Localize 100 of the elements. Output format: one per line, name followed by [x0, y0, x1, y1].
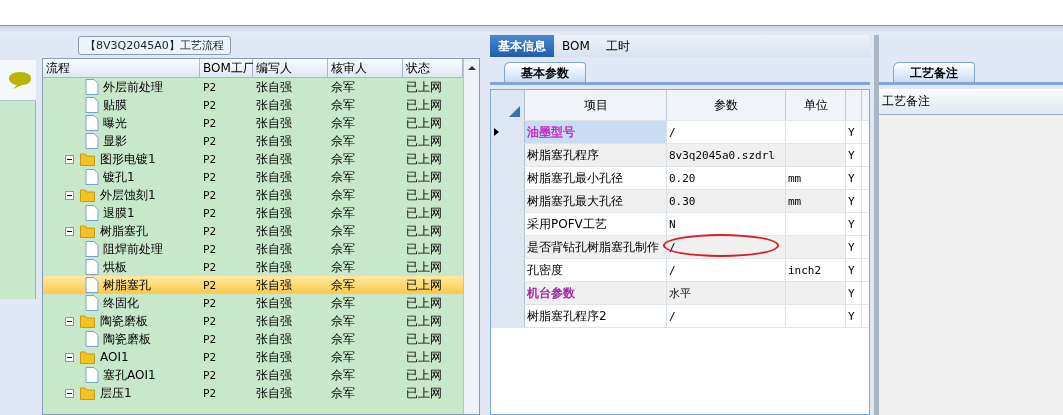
sub-tab[interactable]: 基本参数	[504, 62, 586, 82]
step-name: AOI1	[100, 350, 129, 364]
table-cell-text: 佘军	[330, 114, 356, 132]
step-name: 烘板	[103, 258, 127, 276]
table-cell-text: 佘军	[330, 294, 356, 312]
step-name: 阻焊前处理	[103, 240, 163, 258]
collapse-icon[interactable]	[65, 190, 74, 200]
column-header[interactable]: 项目	[525, 90, 667, 120]
table-cell-text: 张自强	[255, 348, 293, 366]
tree-row[interactable]: 镀孔1 P2 张自强 佘军 已上网	[43, 168, 463, 186]
table-cell: 树脂塞孔程序	[527, 146, 599, 164]
group-title: 【8V3Q2045A0】工艺流程	[78, 36, 231, 55]
table-cell: 0.20	[667, 167, 786, 189]
corner-cell[interactable]	[491, 90, 525, 120]
document-icon	[85, 205, 99, 221]
table-cell: Y	[846, 167, 862, 189]
table-cell-text: 张自强	[255, 240, 293, 258]
table-cell-text: 佘军	[330, 96, 356, 114]
table-cell-text: 佘军	[330, 204, 356, 222]
tree-row[interactable]: 终固化 P2 张自强 佘军 已上网	[43, 294, 463, 312]
splitter-bar[interactable]	[0, 25, 1063, 34]
tree-row[interactable]: 烘板 P2 张自强 佘军 已上网	[43, 258, 463, 276]
tree-row[interactable]: 塞孔AOI1 P2 张自强 佘军 已上网	[43, 366, 463, 384]
tree-row[interactable]: 树脂塞孔 P2 张自强 佘军 已上网	[43, 276, 463, 294]
document-icon	[85, 169, 99, 185]
step-name: 树脂塞孔	[100, 222, 148, 240]
table-cell: 采用POFV工艺	[527, 215, 607, 233]
tree-row[interactable]: 图形电镀1 P2 张自强 佘军 已上网	[43, 150, 463, 168]
tab[interactable]: BOM	[554, 35, 598, 57]
table-cell: 0.30	[667, 190, 786, 212]
column-header[interactable]: 流程	[43, 59, 200, 77]
row-indicator[interactable]	[491, 121, 525, 143]
column-header[interactable]: 核审人	[328, 59, 403, 77]
tree-row[interactable]: 外层蚀刻1 P2 张自强 佘军 已上网	[43, 186, 463, 204]
table-cell-text: 佘军	[330, 348, 356, 366]
document-icon	[85, 133, 99, 149]
document-icon	[85, 331, 99, 347]
tree-row[interactable]: 退膜1 P2 张自强 佘军 已上网	[43, 204, 463, 222]
table-cell-text: 张自强	[255, 114, 293, 132]
folder-icon	[80, 314, 96, 328]
table-cell: /	[667, 305, 786, 327]
tree-row[interactable]: 阻焊前处理 P2 张自强 佘军 已上网	[43, 240, 463, 258]
collapse-icon[interactable]	[65, 352, 74, 362]
document-icon	[85, 115, 99, 131]
table-cell-text: 已上网	[405, 330, 443, 348]
table-cell-text: P2	[202, 386, 218, 400]
table-cell: 是否背钻孔树脂塞孔制作	[527, 238, 659, 256]
table-cell-text: 已上网	[405, 168, 443, 186]
tree-row[interactable]: 层压1 P2 张自强 佘军 已上网	[43, 384, 463, 402]
tab[interactable]: 基本信息	[490, 35, 554, 57]
table-cell-text: P2	[202, 152, 218, 166]
scroll-up-icon[interactable]	[467, 65, 476, 71]
table-cell: 孔密度	[527, 261, 563, 279]
document-icon	[85, 277, 99, 293]
table-cell-text: 已上网	[405, 366, 443, 384]
step-name: 层压1	[100, 384, 132, 402]
tab[interactable]: 工时	[597, 35, 638, 57]
document-icon	[85, 367, 99, 383]
table-cell: 树脂塞孔最小孔径	[527, 169, 623, 187]
tree-row[interactable]: 外层前处理 P2 张自强 佘军 已上网	[43, 78, 463, 96]
tree-row[interactable]: 贴膜 P2 张自强 佘军 已上网	[43, 96, 463, 114]
table-cell-text: 张自强	[255, 294, 293, 312]
table-cell-text: 张自强	[255, 186, 293, 204]
collapse-icon[interactable]	[65, 316, 74, 326]
table-cell-text: 张自强	[255, 312, 293, 330]
column-header[interactable]: 状态	[403, 59, 463, 77]
column-header[interactable]: 单位	[786, 90, 846, 120]
table-cell: 油墨型号	[527, 123, 575, 141]
table-cell-text: P2	[202, 368, 218, 382]
table-cell-text: 佘军	[330, 258, 356, 276]
column-header[interactable]: 参数	[667, 90, 786, 120]
table-cell-text: 已上网	[405, 186, 443, 204]
tree-row[interactable]: 曝光 P2 张自强 佘军 已上网	[43, 114, 463, 132]
table-cell: Y	[846, 190, 862, 212]
table-cell: Y	[846, 213, 862, 235]
table-cell-text: 佘军	[330, 240, 356, 258]
column-header[interactable]: 编写人	[253, 59, 328, 77]
collapse-icon[interactable]	[65, 154, 74, 164]
table-cell-text: 佘军	[330, 78, 356, 96]
document-icon	[85, 97, 99, 113]
speech-bubble-icon	[8, 70, 32, 90]
table-cell-text: 佘军	[330, 366, 356, 384]
tree-row[interactable]: 陶瓷磨板 P2 张自强 佘军 已上网	[43, 330, 463, 348]
step-name: 树脂塞孔	[103, 276, 151, 294]
table-cell-text: 已上网	[405, 114, 443, 132]
sub-tab[interactable]: 工艺备注	[893, 62, 975, 82]
tree-row[interactable]: 显影 P2 张自强 佘军 已上网	[43, 132, 463, 150]
table-cell-text: P2	[202, 278, 218, 292]
table-cell-text: 佘军	[330, 312, 356, 330]
tree-row[interactable]: AOI1 P2 张自强 佘军 已上网	[43, 348, 463, 366]
collapse-icon[interactable]	[65, 388, 74, 398]
table-cell-text: 已上网	[405, 222, 443, 240]
table-cell-text: 已上网	[405, 96, 443, 114]
table-cell: Y	[846, 305, 862, 327]
tree-row[interactable]: 陶瓷磨板 P2 张自强 佘军 已上网	[43, 312, 463, 330]
tree-row[interactable]: 树脂塞孔 P2 张自强 佘军 已上网	[43, 222, 463, 240]
table-cell: 树脂塞孔程序2	[527, 307, 607, 325]
table-cell-text: P2	[202, 332, 218, 346]
collapse-icon[interactable]	[65, 226, 74, 236]
table-cell: N	[667, 213, 786, 235]
